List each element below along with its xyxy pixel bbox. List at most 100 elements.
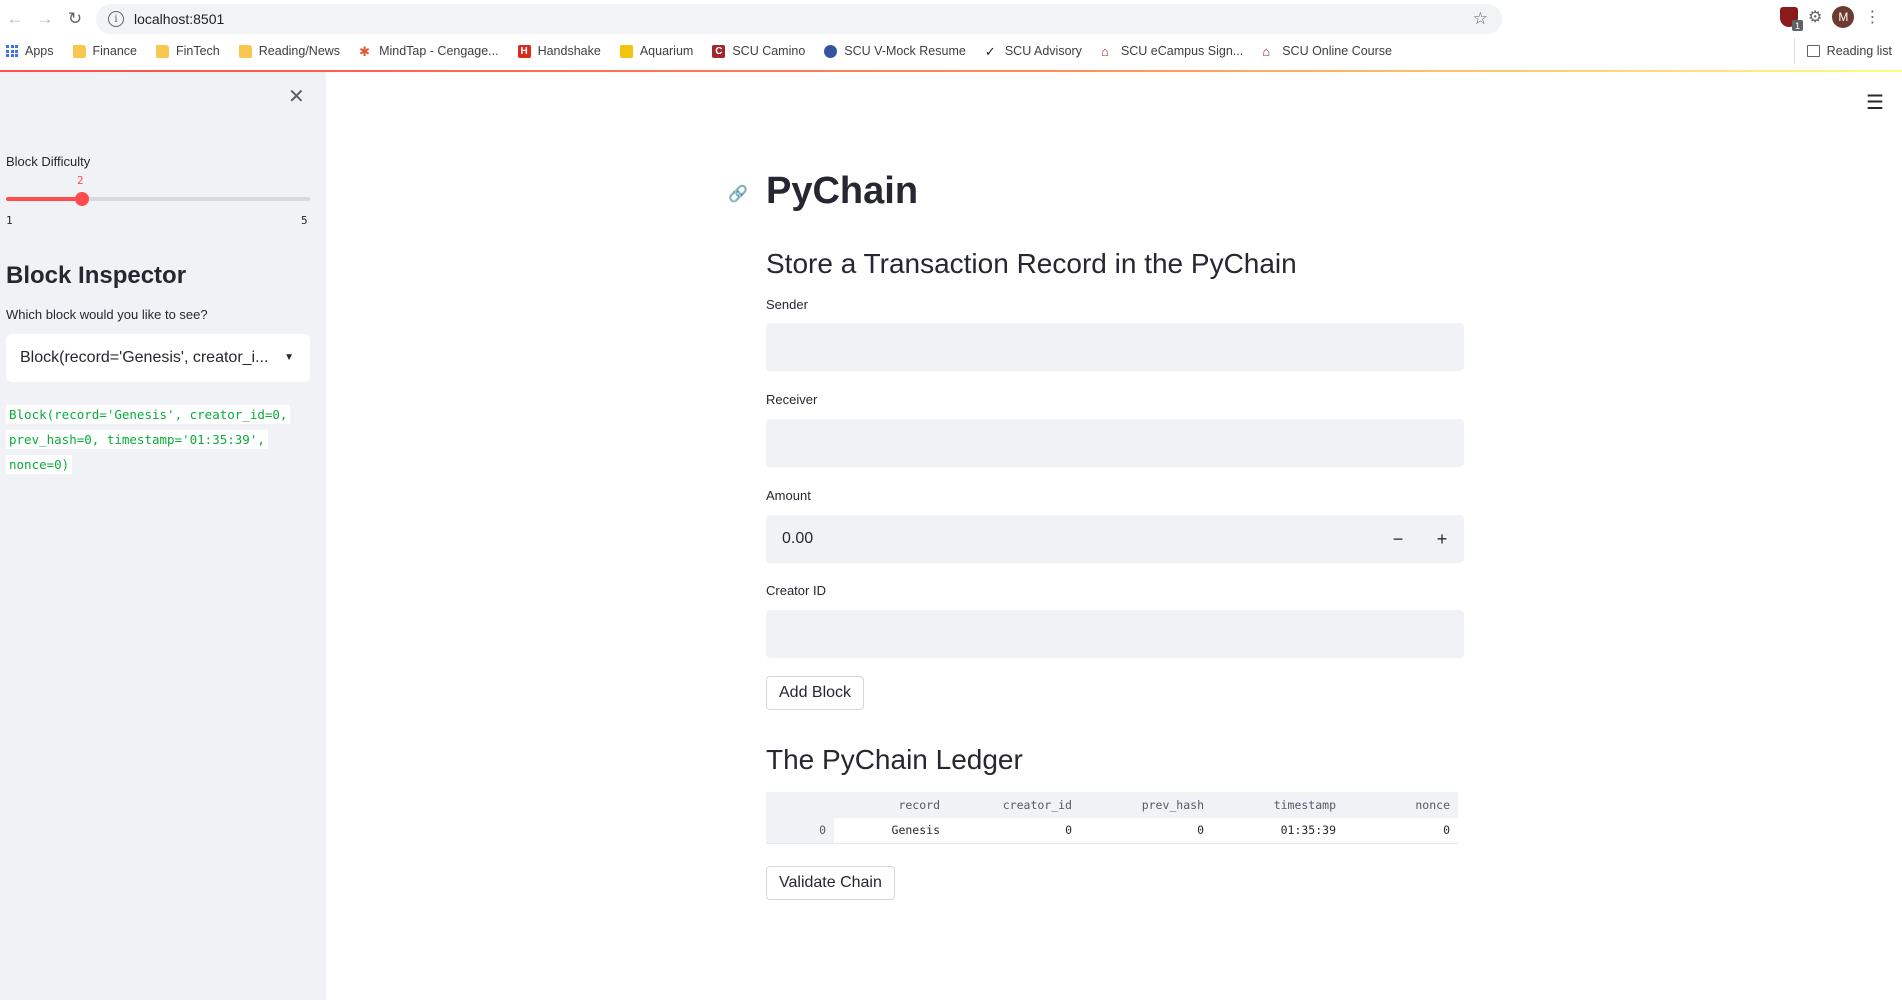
extension-badge: 1 bbox=[1792, 20, 1803, 31]
code-line: Block(record='Genesis', creator_id=0, bbox=[6, 405, 291, 424]
aquarium-icon bbox=[619, 44, 633, 58]
bookmark-mindtap[interactable]: ✱ MindTap - Cengage... bbox=[359, 44, 499, 58]
column-header[interactable]: nonce bbox=[1344, 792, 1458, 818]
table-cell: 0 bbox=[1344, 818, 1458, 844]
bookmark-star-icon[interactable]: ☆ bbox=[1473, 9, 1488, 29]
slider-max-label: 5 bbox=[301, 214, 308, 227]
address-bar[interactable]: i localhost:8501 ☆ bbox=[96, 4, 1502, 34]
mindtap-icon: ✱ bbox=[359, 43, 370, 59]
reload-icon[interactable]: ↻ bbox=[60, 4, 90, 34]
bookmark-aquarium[interactable]: Aquarium bbox=[619, 44, 694, 58]
table-header-row: record creator_id prev_hash timestamp no… bbox=[766, 792, 1458, 818]
difficulty-slider[interactable] bbox=[6, 192, 310, 206]
code-line: nonce=0) bbox=[6, 455, 73, 474]
bookmark-label: Apps bbox=[25, 44, 54, 58]
bookmark-label: Aquarium bbox=[639, 44, 694, 58]
amount-number-input[interactable]: 0.00 − + bbox=[766, 515, 1464, 563]
increment-button[interactable]: + bbox=[1420, 515, 1464, 563]
bookmark-label: SCU Camino bbox=[732, 44, 806, 58]
table-cell: 0 bbox=[948, 818, 1080, 844]
puzzle-extensions-icon[interactable]: ⚙ bbox=[1808, 7, 1822, 27]
amount-value[interactable]: 0.00 bbox=[782, 530, 1376, 548]
scu-icon: ⌂ bbox=[1100, 43, 1109, 59]
bookmark-scu-advisory[interactable]: ✓ SCU Advisory bbox=[985, 44, 1082, 58]
creator-id-input[interactable] bbox=[766, 610, 1464, 658]
bookmark-label: SCU Online Course bbox=[1282, 44, 1392, 58]
close-sidebar-icon[interactable]: ✕ bbox=[288, 84, 305, 109]
profile-avatar[interactable]: M bbox=[1832, 6, 1855, 28]
site-info-icon[interactable]: i bbox=[108, 11, 124, 27]
block-select-label: Which block would you like to see? bbox=[6, 307, 208, 322]
ledger-title: The PyChain Ledger bbox=[766, 744, 1023, 775]
validate-chain-button[interactable]: Validate Chain bbox=[766, 866, 895, 900]
folder-icon bbox=[155, 44, 169, 58]
column-header[interactable]: prev_hash bbox=[1080, 792, 1212, 818]
table-cell: 0 bbox=[1080, 818, 1212, 844]
reading-list-button[interactable]: Reading list bbox=[1793, 38, 1892, 64]
table-cell: Genesis bbox=[834, 818, 948, 844]
browser-toolbar: ← → ↻ i localhost:8501 ☆ 1 ⚙ M ⋮ bbox=[0, 0, 1902, 38]
vmock-icon bbox=[824, 44, 838, 58]
slider-label: Block Difficulty bbox=[6, 154, 91, 169]
block-select[interactable]: Block(record='Genesis', creator_i... ▼ bbox=[6, 334, 310, 382]
bookmark-label: FinTech bbox=[175, 44, 220, 58]
slider-fill bbox=[6, 197, 82, 201]
table-row: 0 Genesis 0 0 01:35:39 0 bbox=[766, 818, 1458, 844]
back-arrow-icon[interactable]: ← bbox=[0, 4, 30, 34]
folder-icon bbox=[72, 44, 86, 58]
bookmark-vmock[interactable]: SCU V-Mock Resume bbox=[824, 44, 966, 58]
ledger-table: record creator_id prev_hash timestamp no… bbox=[766, 792, 1458, 844]
bookmark-label: Finance bbox=[92, 44, 137, 58]
amount-label: Amount bbox=[766, 488, 811, 503]
forward-arrow-icon[interactable]: → bbox=[30, 4, 60, 34]
bookmark-label: SCU Advisory bbox=[1004, 44, 1082, 58]
bookmark-scu-ecampus[interactable]: ⌂ SCU eCampus Sign... bbox=[1101, 44, 1243, 58]
slider-thumb[interactable] bbox=[75, 192, 89, 206]
sender-input[interactable] bbox=[766, 323, 1464, 371]
slider-min-label: 1 bbox=[6, 214, 13, 227]
bookmark-fintech[interactable]: FinTech bbox=[155, 44, 220, 58]
bookmark-scu-online-course[interactable]: ⌂ SCU Online Course bbox=[1262, 44, 1392, 58]
bookmark-apps[interactable]: Apps bbox=[6, 44, 54, 58]
reading-list-icon bbox=[1806, 45, 1820, 57]
advisory-icon: ✓ bbox=[984, 43, 996, 59]
bookmark-label: Reading/News bbox=[258, 44, 341, 58]
shield-extension-icon[interactable]: 1 bbox=[1780, 7, 1803, 31]
row-index-cell: 0 bbox=[766, 818, 834, 844]
bookmarks-bar: Apps Finance FinTech Reading/News ✱ Mind… bbox=[0, 38, 1902, 64]
browser-menu-icon[interactable]: ⋮ bbox=[1864, 7, 1880, 27]
apps-grid-icon bbox=[6, 45, 18, 57]
bookmark-label: MindTap - Cengage... bbox=[379, 44, 499, 58]
sidebar: ✕ Block Difficulty 2 1 5 Block Inspector… bbox=[0, 72, 326, 1000]
folder-icon bbox=[238, 44, 252, 58]
receiver-input[interactable] bbox=[766, 419, 1464, 467]
column-header[interactable]: creator_id bbox=[948, 792, 1080, 818]
sender-label: Sender bbox=[766, 297, 808, 312]
slider-current-value: 2 bbox=[77, 174, 84, 187]
decrement-button[interactable]: − bbox=[1376, 515, 1420, 563]
scu-icon: ⌂ bbox=[1262, 43, 1271, 59]
bookmark-reading-news[interactable]: Reading/News bbox=[238, 44, 341, 58]
code-line: prev_hash=0, timestamp='01:35:39', bbox=[6, 430, 268, 449]
block-inspector-title: Block Inspector bbox=[6, 262, 187, 289]
reading-list-label: Reading list bbox=[1826, 44, 1892, 58]
extensions-area: 1 ⚙ M ⋮ bbox=[1780, 6, 1880, 31]
receiver-label: Receiver bbox=[766, 392, 818, 407]
bookmark-scu-camino[interactable]: C SCU Camino bbox=[712, 44, 805, 58]
bookmark-label: SCU V-Mock Resume bbox=[844, 44, 966, 58]
bookmark-label: SCU eCampus Sign... bbox=[1120, 44, 1244, 58]
url-text[interactable]: localhost:8501 bbox=[134, 11, 224, 27]
block-details-code: Block(record='Genesis', creator_id=0, pr… bbox=[6, 402, 306, 477]
column-header[interactable]: timestamp bbox=[1212, 792, 1344, 818]
add-block-button[interactable]: Add Block bbox=[766, 676, 865, 710]
hamburger-menu-icon[interactable]: ☰ bbox=[1866, 90, 1884, 115]
column-header[interactable]: record bbox=[834, 792, 948, 818]
anchor-link-icon[interactable]: 🔗 bbox=[728, 184, 748, 204]
bookmark-label: Handshake bbox=[537, 44, 601, 58]
column-header[interactable] bbox=[766, 792, 834, 818]
camino-icon: C bbox=[712, 44, 726, 58]
table-cell: 01:35:39 bbox=[1212, 818, 1344, 844]
bookmark-handshake[interactable]: H Handshake bbox=[517, 44, 601, 58]
bookmark-finance[interactable]: Finance bbox=[72, 44, 137, 58]
creator-id-label: Creator ID bbox=[766, 583, 826, 598]
